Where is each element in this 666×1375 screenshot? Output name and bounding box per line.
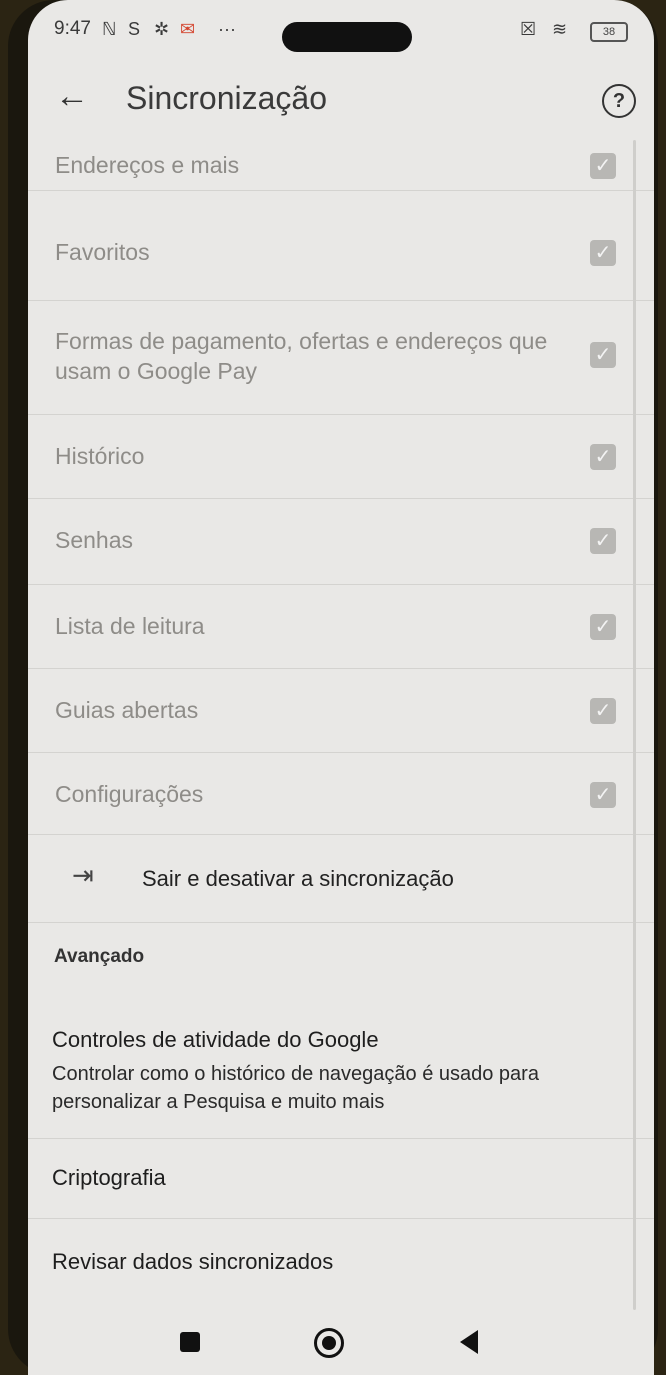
- section-title-advanced: Avançado: [54, 946, 145, 967]
- activity-controls-description: Controlar como o histórico de navegação …: [52, 1063, 539, 1113]
- activity-controls-title: Controles de atividade do Google: [52, 1027, 379, 1052]
- square-icon[interactable]: [180, 1332, 200, 1352]
- status-time: 9:47: [54, 18, 91, 39]
- mail-icon: ✉: [180, 19, 196, 39]
- signout-label: Sair e desativar a sincronização: [142, 866, 454, 891]
- signout-button[interactable]: ⇥ Sair e desativar a sincronização: [28, 846, 654, 906]
- divider: [28, 1218, 654, 1219]
- sign-out-icon: ⇥: [72, 860, 94, 890]
- sync-checkbox-passwords[interactable]: ✓: [590, 528, 616, 554]
- sync-row-open-tabs[interactable]: Guias abertas ✓: [28, 668, 654, 753]
- sync-item-label: Histórico: [55, 443, 145, 469]
- sync-item-label: Lista de leitura: [55, 613, 205, 639]
- sync-checkbox-open-tabs[interactable]: ✓: [590, 698, 616, 724]
- app-header: ← Sincronização ?: [28, 62, 654, 142]
- gear-icon: ✲: [154, 19, 170, 39]
- sync-checkbox-payments[interactable]: ✓: [590, 342, 616, 368]
- arrow-left-icon: ←: [55, 77, 89, 115]
- help-circle-icon: ?: [612, 90, 626, 112]
- screen: 9:47 ℕ Ѕ ✲ ✉ ··· ☒ ≋ 38 ← Sincronização …: [28, 0, 654, 1375]
- camera-notch: [282, 22, 412, 52]
- encryption-item[interactable]: Criptografia: [52, 1164, 166, 1192]
- sync-item-label: Endereços e mais: [55, 152, 240, 178]
- sync-row-passwords[interactable]: Senhas ✓: [28, 498, 654, 585]
- circle-icon[interactable]: [314, 1328, 344, 1358]
- sync-row-history[interactable]: Histórico ✓: [28, 414, 654, 499]
- nfc-icon: ℕ: [102, 19, 117, 39]
- sync-icon: Ѕ: [128, 19, 141, 39]
- phone-frame: 9:47 ℕ Ѕ ✲ ✉ ··· ☒ ≋ 38 ← Sincronização …: [8, 0, 658, 1375]
- sync-checkbox-favorites[interactable]: ✓: [590, 240, 616, 266]
- sync-item-label: Guias abertas: [55, 697, 199, 723]
- sim-icon: ☒: [520, 19, 537, 39]
- sync-item-label: Formas de pagamento, ofertas e endereços…: [55, 328, 548, 384]
- sync-row-settings[interactable]: Configurações ✓: [28, 752, 654, 835]
- sync-checkbox-addresses[interactable]: ✓: [590, 153, 616, 179]
- divider: [28, 922, 654, 923]
- divider: [28, 1138, 654, 1139]
- more-dots-icon: ···: [218, 19, 236, 39]
- sync-row-payments[interactable]: Formas de pagamento, ofertas e endereços…: [28, 300, 654, 415]
- sync-checkbox-history[interactable]: ✓: [590, 444, 616, 470]
- sync-item-label: Configurações: [55, 781, 204, 807]
- sync-row-reading-list[interactable]: Lista de leitura ✓: [28, 584, 654, 669]
- sync-row-favorites[interactable]: Favoritos ✓: [28, 210, 654, 301]
- system-nav-bar: [28, 1300, 654, 1375]
- battery-icon: 38: [590, 22, 628, 42]
- review-synced-data-item[interactable]: Revisar dados sincronizados: [52, 1248, 333, 1276]
- wifi-icon: ≋: [552, 19, 568, 39]
- page-title: Sincronização: [126, 80, 327, 116]
- back-button[interactable]: ←: [52, 76, 92, 116]
- status-bar: 9:47 ℕ Ѕ ✲ ✉ ··· ☒ ≋ 38: [28, 0, 654, 60]
- sync-item-label: Favoritos: [55, 239, 150, 265]
- battery-level: 38: [602, 26, 616, 38]
- scrollbar[interactable]: [633, 140, 636, 1310]
- sync-checkbox-settings[interactable]: ✓: [590, 782, 616, 808]
- help-button[interactable]: ?: [602, 84, 636, 118]
- sync-item-label: Senhas: [55, 527, 134, 553]
- sync-row-addresses[interactable]: Endereços e mais ✓: [28, 140, 654, 191]
- triangle-back-icon[interactable]: [460, 1330, 478, 1354]
- sync-checkbox-reading-list[interactable]: ✓: [590, 614, 616, 640]
